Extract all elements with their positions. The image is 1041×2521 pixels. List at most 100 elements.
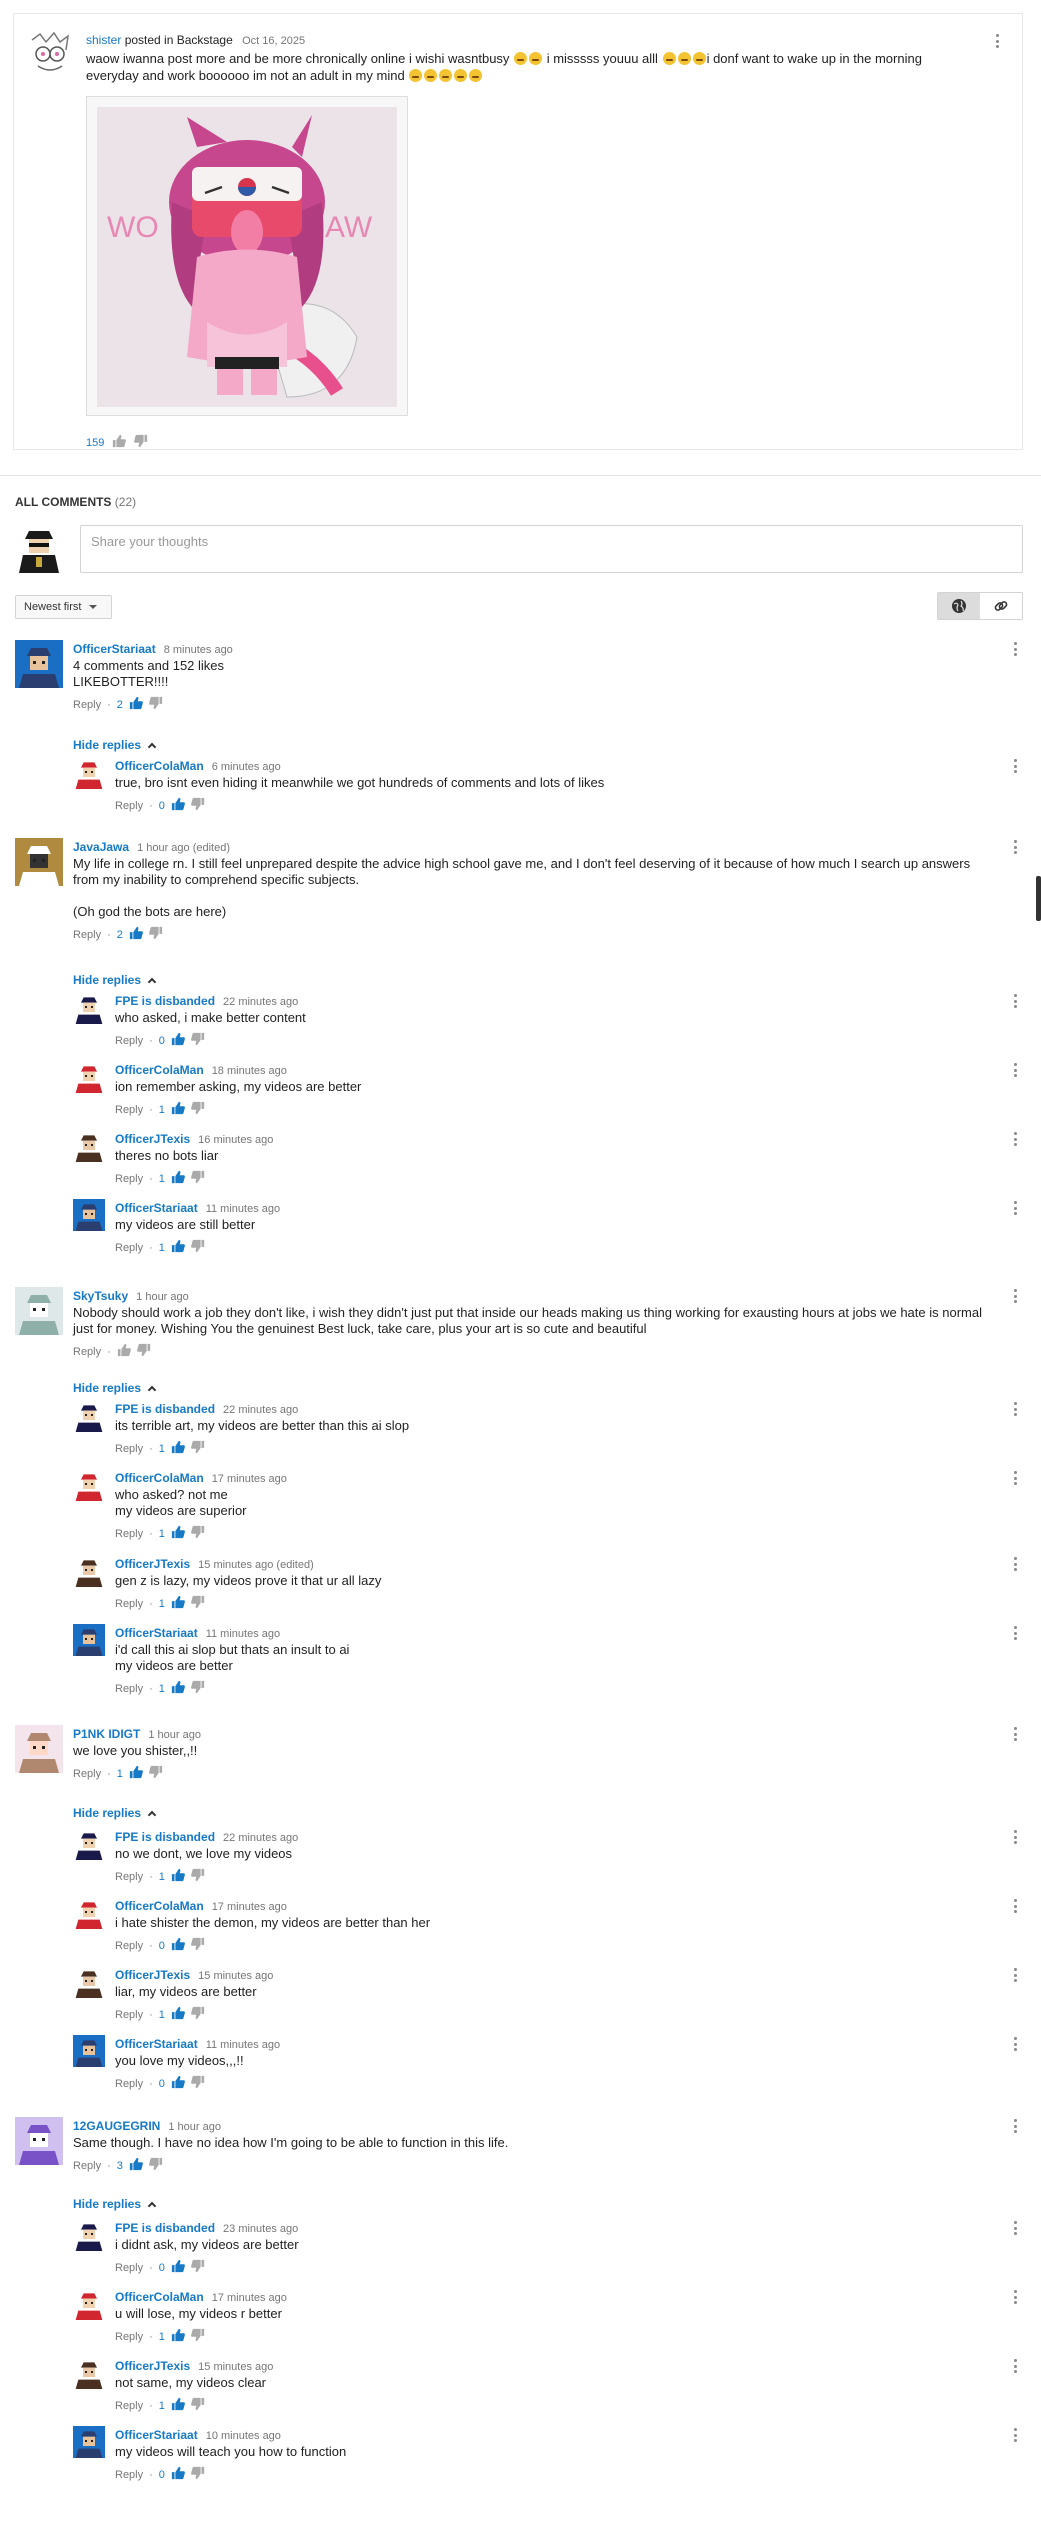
avatar[interactable]	[73, 992, 105, 1024]
comment-menu-icon[interactable]	[1008, 1555, 1022, 1573]
thumbs-down-icon[interactable]	[191, 1525, 205, 1542]
thumbs-up-icon[interactable]	[129, 926, 143, 943]
avatar[interactable]	[73, 1624, 105, 1656]
post-author-avatar[interactable]	[26, 30, 74, 78]
thumbs-up-icon[interactable]	[112, 434, 127, 451]
comment-timestamp[interactable]: 17 minutes ago	[212, 1473, 287, 1485]
avatar[interactable]	[15, 1287, 63, 1335]
comment-timestamp[interactable]: 23 minutes ago	[223, 2223, 298, 2235]
comment-timestamp[interactable]: 17 minutes ago	[212, 1901, 287, 1913]
comment-author-link[interactable]: FPE is disbanded	[115, 2221, 215, 2235]
thumbs-up-icon[interactable]	[171, 1525, 185, 1542]
avatar[interactable]	[73, 1828, 105, 1860]
thumbs-up-icon[interactable]	[129, 2157, 143, 2174]
comment-author-link[interactable]: OfficerStariaat	[115, 2428, 198, 2442]
reply-button[interactable]: Reply	[115, 2400, 143, 2412]
comment-timestamp[interactable]: 11 minutes ago	[206, 1628, 280, 1640]
comment-menu-icon[interactable]	[1008, 1130, 1022, 1148]
comment-timestamp[interactable]: 1 hour ago	[148, 1729, 201, 1741]
comment-menu-icon[interactable]	[1008, 1400, 1022, 1418]
comment-timestamp[interactable]: 11 minutes ago	[206, 2039, 280, 2051]
thumbs-down-icon[interactable]	[191, 2397, 205, 2414]
thumbs-up-icon[interactable]	[171, 2075, 185, 2092]
comment-menu-icon[interactable]	[1008, 1725, 1022, 1743]
reply-button[interactable]: Reply	[73, 1768, 101, 1780]
comment-menu-icon[interactable]	[1008, 2035, 1022, 2053]
comment-author-link[interactable]: OfficerColaMan	[115, 2290, 204, 2304]
comment-timestamp[interactable]: 18 minutes ago	[212, 1065, 287, 1077]
thumbs-up-icon[interactable]	[171, 1239, 185, 1256]
reply-button[interactable]: Reply	[115, 1598, 143, 1610]
avatar[interactable]	[15, 2117, 63, 2165]
comment-author-link[interactable]: OfficerColaMan	[115, 759, 204, 773]
thumbs-up-icon[interactable]	[117, 1343, 131, 1360]
thumbs-down-icon[interactable]	[191, 1680, 205, 1697]
comment-timestamp[interactable]: 1 hour ago	[136, 1291, 189, 1303]
comment-timestamp[interactable]: 8 minutes ago	[164, 644, 233, 656]
comment-menu-icon[interactable]	[1008, 838, 1022, 856]
avatar[interactable]	[73, 757, 105, 789]
sort-dropdown[interactable]: Newest first	[15, 595, 112, 619]
avatar[interactable]	[73, 2288, 105, 2320]
reply-button[interactable]: Reply	[115, 2469, 143, 2481]
thumbs-up-icon[interactable]	[171, 2397, 185, 2414]
comment-menu-icon[interactable]	[1008, 2357, 1022, 2375]
avatar[interactable]	[73, 1966, 105, 1998]
avatar[interactable]	[73, 1130, 105, 1162]
reply-button[interactable]: Reply	[73, 699, 101, 711]
reply-button[interactable]: Reply	[115, 1242, 143, 1254]
thumbs-up-icon[interactable]	[171, 1101, 185, 1118]
comment-menu-icon[interactable]	[1008, 1061, 1022, 1079]
comment-menu-icon[interactable]	[1008, 1199, 1022, 1217]
thumbs-up-icon[interactable]	[171, 1170, 185, 1187]
avatar[interactable]	[15, 1725, 63, 1773]
avatar[interactable]	[73, 2426, 105, 2458]
reply-button[interactable]: Reply	[115, 2009, 143, 2021]
thumbs-up-icon[interactable]	[171, 1595, 185, 1612]
comment-author-link[interactable]: OfficerJTexis	[115, 1968, 190, 1982]
post-date[interactable]: Oct 16, 2025	[242, 35, 305, 47]
thumbs-down-icon[interactable]	[191, 797, 205, 814]
avatar[interactable]	[15, 838, 63, 886]
comment-menu-icon[interactable]	[1008, 640, 1022, 658]
comment-input[interactable]: Share your thoughts	[80, 525, 1023, 573]
post-author-link[interactable]: shister	[86, 33, 121, 47]
thumbs-down-icon[interactable]	[136, 1343, 151, 1360]
thumbs-up-icon[interactable]	[171, 2259, 185, 2276]
thumbs-up-icon[interactable]	[129, 696, 143, 713]
comment-menu-icon[interactable]	[1008, 1966, 1022, 1984]
comment-menu-icon[interactable]	[1008, 2288, 1022, 2306]
avatar[interactable]	[73, 1897, 105, 1929]
comment-menu-icon[interactable]	[1008, 1828, 1022, 1846]
comment-author-link[interactable]: JavaJawa	[73, 840, 129, 854]
thumbs-up-icon[interactable]	[171, 2466, 185, 2483]
thumbs-up-icon[interactable]	[171, 1680, 185, 1697]
comment-timestamp[interactable]: 1 hour ago	[168, 2121, 221, 2133]
reply-button[interactable]: Reply	[115, 1035, 143, 1047]
reply-button[interactable]: Reply	[73, 1346, 101, 1358]
comment-author-link[interactable]: OfficerJTexis	[115, 2359, 190, 2373]
hide-replies-button[interactable]: Hide replies	[73, 1806, 157, 1820]
reply-button[interactable]: Reply	[115, 1173, 143, 1185]
comment-timestamp[interactable]: 17 minutes ago	[212, 2292, 287, 2304]
avatar[interactable]	[73, 2357, 105, 2389]
comment-menu-icon[interactable]	[1008, 2219, 1022, 2237]
thumbs-down-icon[interactable]	[191, 2466, 205, 2483]
hide-replies-button[interactable]: Hide replies	[73, 1381, 157, 1395]
reply-button[interactable]: Reply	[115, 1528, 143, 1540]
comment-author-link[interactable]: 12GAUGEGRIN	[73, 2119, 160, 2133]
comment-menu-icon[interactable]	[1008, 2117, 1022, 2135]
comment-timestamp[interactable]: 16 minutes ago	[198, 1134, 273, 1146]
thumbs-down-icon[interactable]	[191, 1101, 205, 1118]
hide-replies-button[interactable]: Hide replies	[73, 738, 157, 752]
thumbs-down-icon[interactable]	[191, 2259, 205, 2276]
avatar[interactable]	[73, 1400, 105, 1432]
comment-author-link[interactable]: FPE is disbanded	[115, 994, 215, 1008]
comment-timestamp[interactable]: 22 minutes ago	[223, 1404, 298, 1416]
avatar[interactable]	[73, 1469, 105, 1501]
comment-author-link[interactable]: OfficerColaMan	[115, 1063, 204, 1077]
avatar[interactable]	[73, 1199, 105, 1231]
thumbs-down-icon[interactable]	[191, 2328, 205, 2345]
reply-button[interactable]: Reply	[115, 1104, 143, 1116]
comment-timestamp[interactable]: 1 hour ago (edited)	[137, 842, 230, 854]
